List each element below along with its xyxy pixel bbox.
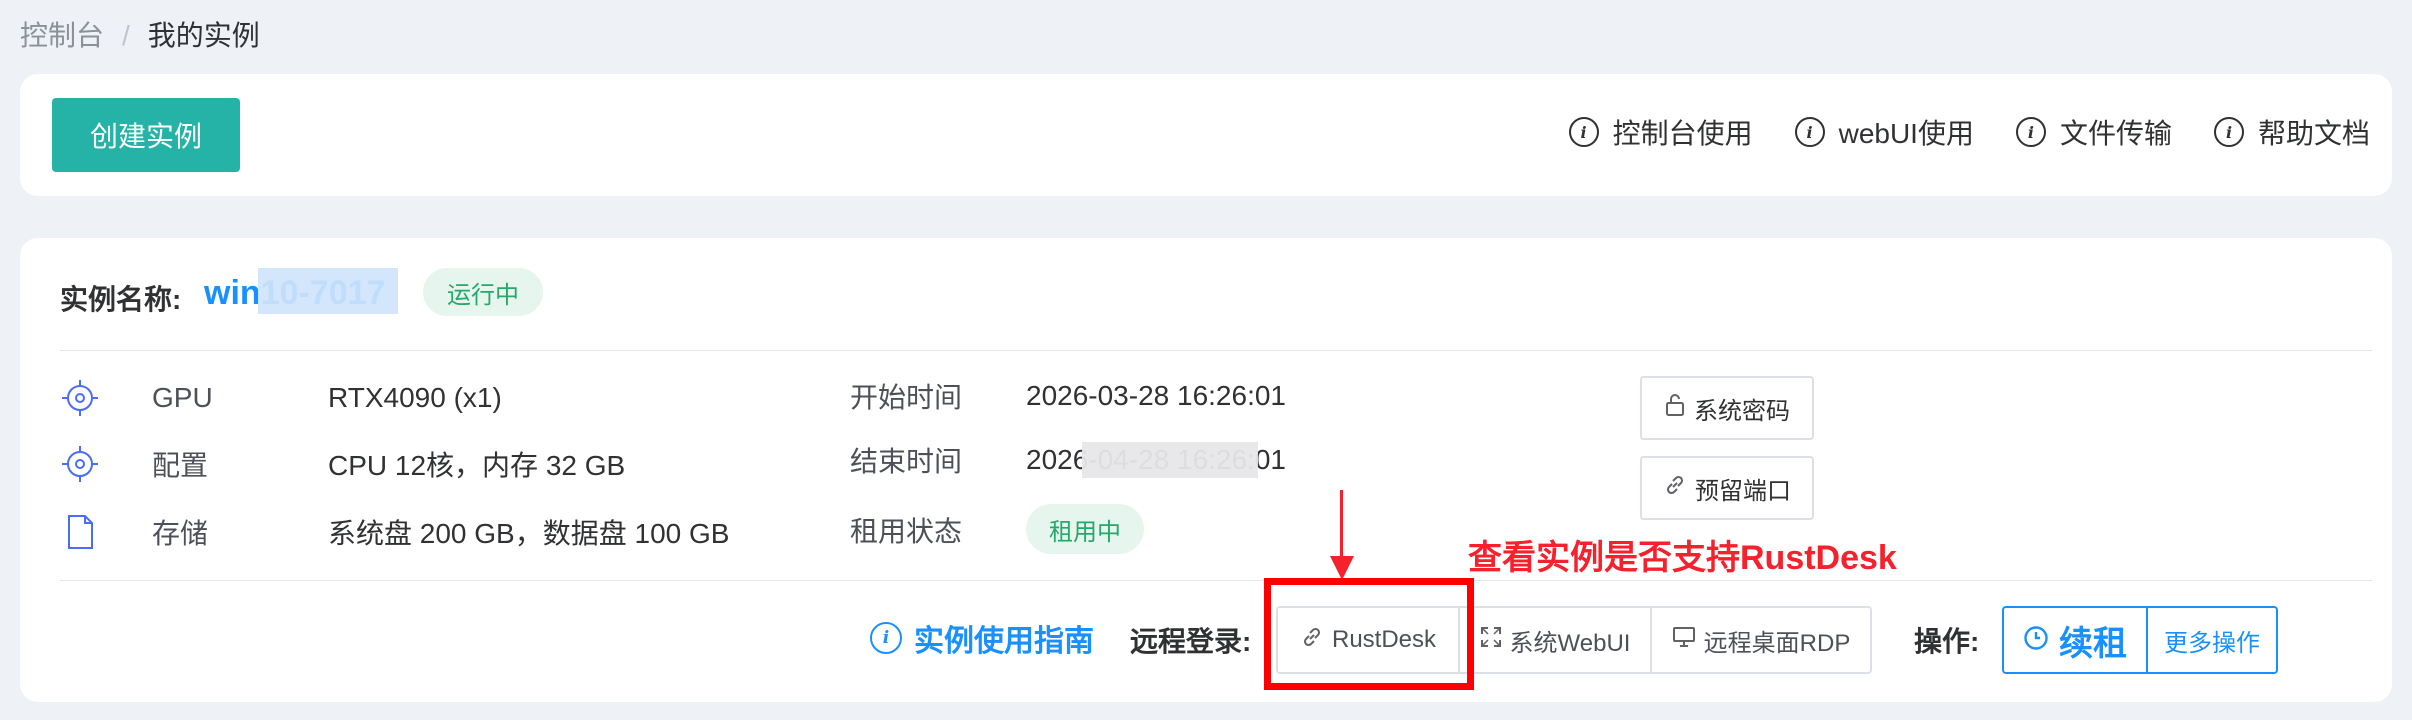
monitor-icon xyxy=(1672,626,1696,655)
info-icon: i xyxy=(2213,117,2244,147)
gpu-icon xyxy=(60,378,100,418)
annotation-arrow-head xyxy=(1330,556,1354,580)
annotation-highlight-box xyxy=(1264,578,1474,690)
spec-label-storage: 存储 xyxy=(152,518,209,549)
remote-desktop-rdp-button[interactable]: 远程桌面RDP xyxy=(1652,608,1870,672)
spec-value-config: CPU 12核，内存 32 GB xyxy=(328,450,626,481)
info-icon: i xyxy=(870,622,902,654)
remote-login-label: 远程登录: xyxy=(1130,626,1252,657)
start-time-label: 开始时间 xyxy=(850,382,963,413)
info-icon: i xyxy=(1568,117,1599,147)
lock-icon xyxy=(1664,393,1686,424)
rent-status-badge: 租用中 xyxy=(1026,504,1144,554)
operations-group: 续租 更多操作 xyxy=(2002,606,2278,674)
help-link-file-transfer[interactable]: i 文件传输 xyxy=(2015,112,2172,152)
spec-label-gpu: GPU xyxy=(152,382,213,413)
spec-label-config: 配置 xyxy=(152,450,209,481)
breadcrumb-current: 我的实例 xyxy=(147,20,260,51)
spec-value-gpu: RTX4090 (x1) xyxy=(328,382,502,413)
start-time-value: 2026-03-28 16:26:01 xyxy=(1026,380,1286,411)
expand-icon xyxy=(1480,626,1502,655)
help-link-docs[interactable]: i 帮助文档 xyxy=(2213,112,2370,152)
breadcrumb: 控制台 / 我的实例 xyxy=(20,14,260,54)
help-links: i 控制台使用 i webUI使用 i 文件传输 i 帮助文档 xyxy=(1568,112,2370,152)
config-icon xyxy=(60,444,100,484)
redaction-mosaic xyxy=(1082,442,1258,478)
help-link-webui[interactable]: i webUI使用 xyxy=(1794,112,1974,152)
instance-name-label: 实例名称: xyxy=(60,284,182,315)
spec-row-gpu: GPU RTX4090 (x1) xyxy=(60,374,502,422)
redaction-mosaic xyxy=(258,268,398,314)
system-webui-button[interactable]: 系统WebUI xyxy=(1460,608,1652,672)
info-icon: i xyxy=(1794,117,1825,147)
toolbar-card: 创建实例 i 控制台使用 i webUI使用 i 文件传输 i 帮助文档 xyxy=(20,74,2392,196)
end-time-label: 结束时间 xyxy=(850,446,963,477)
divider xyxy=(60,350,2372,351)
help-link-console[interactable]: i 控制台使用 xyxy=(1568,112,1753,152)
rent-status-label: 租用状态 xyxy=(850,516,963,547)
instance-guide-link[interactable]: i 实例使用指南 xyxy=(870,616,1094,660)
breadcrumb-root[interactable]: 控制台 xyxy=(20,20,104,51)
annotation-text: 查看实例是否支持RustDesk xyxy=(1468,539,1897,577)
spec-row-config: 配置 CPU 12核，内存 32 GB xyxy=(60,440,625,488)
link-icon xyxy=(1663,473,1687,504)
reserved-ports-button[interactable]: 预留端口 xyxy=(1640,456,1814,520)
annotation-arrow xyxy=(1340,490,1343,564)
status-badge: 运行中 xyxy=(423,268,543,316)
spec-row-storage: 存储 系统盘 200 GB，数据盘 100 GB xyxy=(60,508,729,556)
breadcrumb-separator: / xyxy=(122,20,130,51)
system-password-button[interactable]: 系统密码 xyxy=(1640,376,1814,440)
more-actions-button[interactable]: 更多操作 xyxy=(2148,608,2276,672)
storage-icon xyxy=(60,512,100,552)
operations-label: 操作: xyxy=(1914,626,1980,657)
divider xyxy=(60,580,2372,581)
renew-button[interactable]: 续租 xyxy=(2004,608,2148,672)
create-instance-button[interactable]: 创建实例 xyxy=(52,98,240,172)
info-icon: i xyxy=(2015,117,2046,147)
spec-value-storage: 系统盘 200 GB，数据盘 100 GB xyxy=(328,518,730,549)
instance-card: 实例名称: win10-7017 运行中 GPU RTX4090 (x1) 配置… xyxy=(20,238,2392,702)
clock-icon xyxy=(2023,621,2049,660)
